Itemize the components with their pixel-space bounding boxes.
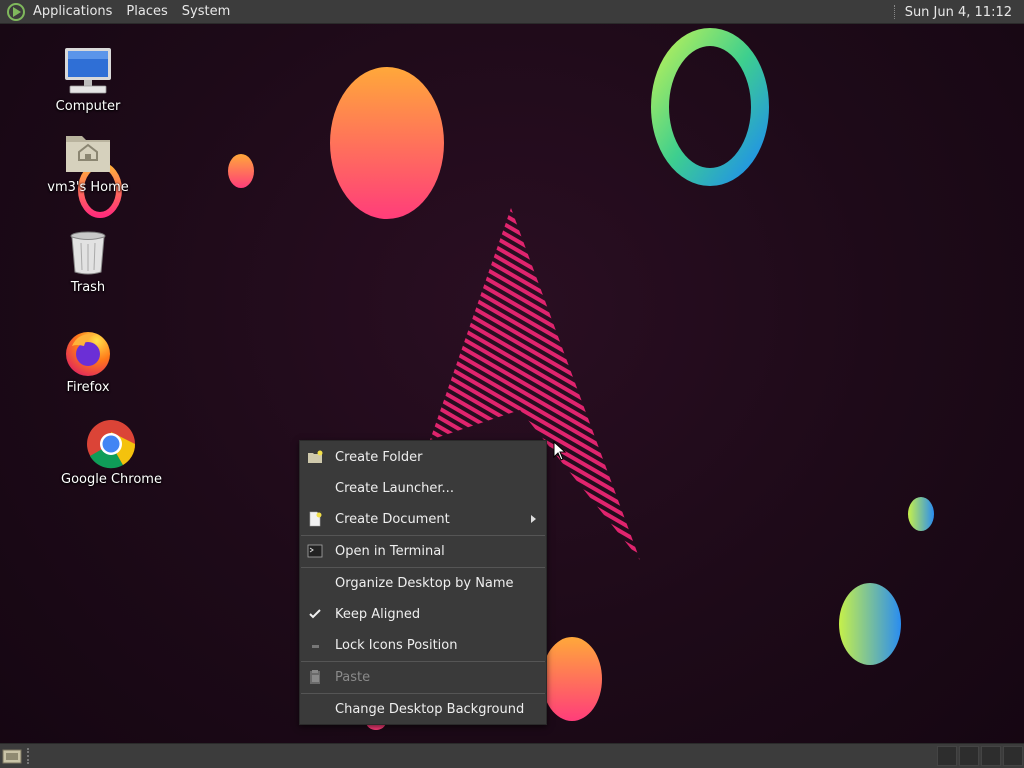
workspace-1[interactable] [937,746,957,766]
document-new-icon [309,511,322,527]
menu-item-keep-aligned[interactable]: Keep Aligned [300,599,546,630]
firefox-icon [66,332,110,376]
menu-item-label: Create Document [335,512,450,527]
menu-item-organize-desktop[interactable]: Organize Desktop by Name [300,568,546,599]
menu-applications[interactable]: Applications [26,0,119,24]
menu-item-label: Keep Aligned [335,607,421,622]
workspace-4[interactable] [1003,746,1023,766]
clock-area: Sun Jun 4, 11:12 [893,0,1024,24]
panel-separator [893,5,897,19]
menu-item-change-background[interactable]: Change Desktop Background [300,694,546,725]
folder-new-icon [308,450,323,463]
top-panel: Applications Places System Sun Jun 4, 11… [0,0,1024,24]
menu-item-label: Create Launcher... [335,481,454,496]
checkmark-icon [309,609,321,619]
desktop-icon-label: Computer [55,99,121,114]
menu-item-label: Change Desktop Background [335,702,525,717]
workspace-2[interactable] [959,746,979,766]
desktop-icon-chrome[interactable]: Google Chrome [61,418,162,487]
bottom-panel [0,743,1024,768]
desktop-icon-label: vm3's Home [47,180,129,195]
menu-item-label: Paste [335,670,371,685]
desktop-icon-label: Google Chrome [61,472,162,487]
arch-logo-icon[interactable] [6,2,26,22]
terminal-icon [307,544,323,558]
home-folder-icon [66,136,110,172]
menu-item-open-terminal[interactable]: Open in Terminal [300,536,546,567]
menu-item-lock-icons[interactable]: Lock Icons Position [300,630,546,661]
computer-icon [65,48,111,94]
desktop-icon-label: Firefox [66,380,110,395]
menu-places[interactable]: Places [119,0,174,24]
menu-item-create-launcher[interactable]: Create Launcher... [300,473,546,504]
clock[interactable]: Sun Jun 4, 11:12 [905,5,1024,20]
workspace-3[interactable] [981,746,1001,766]
desktop-context-menu: Create Folder Create Launcher... Create … [299,440,547,725]
chrome-icon [87,420,136,469]
submenu-arrow-icon [531,515,536,523]
menu-item-label: Organize Desktop by Name [335,576,514,591]
menu-item-paste: Paste [300,662,546,693]
trash-icon [70,231,106,275]
desktop-icon-firefox[interactable]: Firefox [38,326,138,395]
unchecked-indicator-icon [312,645,319,648]
desktop-icon-computer[interactable]: Computer [38,45,138,114]
desktop-icon-home[interactable]: vm3's Home [38,126,138,195]
mouse-cursor-icon [553,441,567,461]
panel-handle[interactable] [27,748,32,764]
menu-item-label: Create Folder [335,450,423,465]
menu-item-label: Lock Icons Position [335,638,458,653]
desktop-icon-trash[interactable]: Trash [38,226,138,295]
show-desktop-icon[interactable] [2,747,22,765]
menu-item-label: Open in Terminal [335,544,445,559]
menu-item-create-folder[interactable]: Create Folder [300,442,546,473]
paste-icon [310,670,320,684]
menu-system[interactable]: System [175,0,237,24]
menu-item-create-document[interactable]: Create Document [300,504,546,535]
desktop-icon-label: Trash [70,280,106,295]
